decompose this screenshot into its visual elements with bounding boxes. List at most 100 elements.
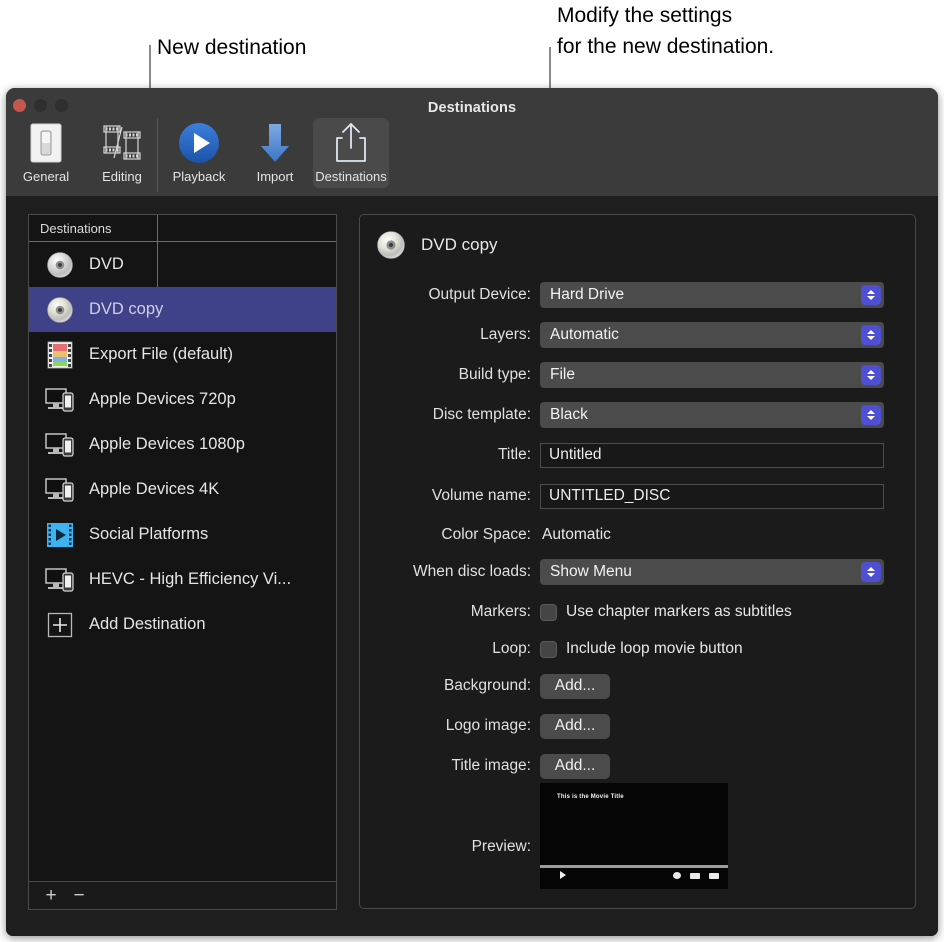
toolbar-item-playback-label: Playback [172,169,226,184]
devices-icon [45,475,75,505]
markers-checkbox[interactable] [540,603,557,621]
output-device-popup[interactable]: Hard Drive [540,282,884,308]
destinations-list-header: Destinations [29,215,336,242]
disc-icon [45,250,75,280]
annotation-new-destination: New destination [157,36,307,59]
layers-popup[interactable]: Automatic [540,322,884,348]
field-label: Volume name: [431,487,531,504]
field-output-device: Output Device: Hard Drive [360,281,917,309]
chevron-updown-icon[interactable] [861,285,881,305]
list-item-label: Add Destination [89,615,206,633]
list-item-label: Apple Devices 720p [89,390,236,408]
preview-chapters-icon[interactable] [673,872,681,879]
preview-subtitles-icon[interactable] [690,873,700,879]
field-preview: Preview: This is the Movie Title [360,783,917,889]
field-label: Background: [443,677,531,694]
film-strip-icon [100,120,144,166]
destinations-column-header: Destinations [40,220,112,236]
popup-value: File [550,366,575,383]
toolbar-separator [157,118,158,192]
title-image-add-button[interactable]: Add... [540,753,610,779]
volume-name-input-value: UNTITLED_DISC [549,487,671,504]
toolbar-item-playback[interactable]: Playback [161,118,237,188]
film-color-icon [45,340,75,370]
chevron-updown-icon[interactable] [861,325,881,345]
disc-template-popup[interactable]: Black [540,402,884,428]
volume-name-input[interactable]: UNTITLED_DISC [540,483,884,509]
field-label: Logo image: [445,717,531,734]
preview-extras-icon[interactable] [709,873,719,879]
preview-play-icon[interactable] [560,871,566,879]
toolbar-item-destinations-label: Destinations [315,169,387,184]
loop-checkbox-label: Include loop movie button [566,640,743,657]
field-label: Title: [497,446,531,463]
disc-icon [45,295,75,325]
column-divider-header[interactable] [157,215,158,242]
toolbar-item-import[interactable]: Import [237,118,313,188]
share-up-arrow-icon [331,120,371,166]
destinations-list-toolbar: + − [28,882,337,910]
play-circle-icon [177,120,221,166]
field-disc-template: Disc template: Black [360,401,917,429]
loop-checkbox[interactable] [540,640,557,658]
logo-image-add-button[interactable]: Add... [540,713,610,739]
list-item[interactable]: HEVC - High Efficiency Vi... [29,557,336,602]
list-item-add-destination[interactable]: Add Destination [29,602,336,647]
list-item-label: Apple Devices 1080p [89,435,245,453]
field-color-space: Color Space: Automatic [360,521,917,549]
toolbar-item-import-label: Import [256,169,294,184]
field-markers: Markers: Use chapter markers as subtitle… [360,598,917,626]
toolbar-group-right: Playback Import Destinations [161,118,389,188]
field-background: Background: Add... [360,672,917,700]
list-item-selected[interactable]: DVD copy [29,287,336,332]
window-body: Destinations DVD DVD copy Export File (d… [6,196,938,936]
remove-destination-button[interactable]: − [66,884,92,908]
list-item[interactable]: Apple Devices 1080p [29,422,336,467]
chevron-updown-icon[interactable] [861,405,881,425]
toolbar-item-destinations[interactable]: Destinations [313,118,389,188]
toolbar-item-general[interactable]: General [8,118,84,188]
toolbar-group-left: General Editing [8,118,160,188]
list-item[interactable]: Apple Devices 720p [29,377,336,422]
toolbar-item-editing[interactable]: Editing [84,118,160,188]
field-label: Color Space: [441,526,531,543]
title-input[interactable]: Untitled [540,442,884,468]
devices-icon [45,385,75,415]
field-title-image: Title image: Add... [360,752,917,780]
field-label: Layers: [480,326,531,343]
field-logo-image: Logo image: Add... [360,712,917,740]
when-disc-loads-popup[interactable]: Show Menu [540,559,884,585]
window-title: Destinations [427,100,517,116]
preview-label: Preview: [471,838,531,855]
chevron-updown-icon[interactable] [861,562,881,582]
devices-icon [45,565,75,595]
title-input-value: Untitled [549,446,602,463]
add-destination-button[interactable]: + [38,884,64,908]
annotation-modify-settings-line2: for the new destination. [557,35,775,58]
list-item[interactable]: Social Platforms [29,512,336,557]
build-type-popup[interactable]: File [540,362,884,388]
plus-box-icon [45,610,75,640]
disc-icon [376,230,406,260]
list-item-label: Apple Devices 4K [89,480,220,498]
social-video-icon [45,520,75,550]
list-item[interactable]: Apple Devices 4K [29,467,336,512]
field-volume-name: Volume name: UNTITLED_DISC [360,482,917,510]
disc-menu-preview[interactable]: This is the Movie Title [540,783,728,889]
chevron-updown-icon[interactable] [861,365,881,385]
destination-header: DVD copy [376,230,498,260]
field-label: Markers: [470,603,531,620]
list-item[interactable]: DVD [29,242,336,287]
destinations-list[interactable]: Destinations DVD DVD copy Export File (d… [28,214,337,882]
markers-checkbox-label: Use chapter markers as subtitles [566,603,792,620]
popup-value: Automatic [550,326,619,343]
window-toolbar: Destinations General Editing Playback Im… [6,88,938,196]
list-item[interactable]: Export File (default) [29,332,336,377]
down-arrow-icon [255,120,295,166]
field-label: Build type: [458,366,531,383]
field-layers: Layers: Automatic [360,321,917,349]
preview-movie-title: This is the Movie Title [557,794,624,800]
background-add-button[interactable]: Add... [540,673,610,699]
popup-value: Black [550,406,588,423]
field-label: Title image: [451,757,531,774]
